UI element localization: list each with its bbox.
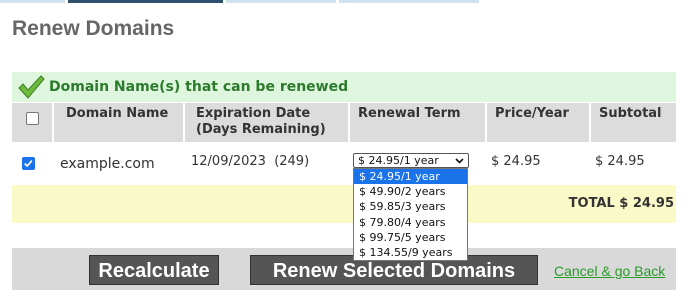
row-subtotal: $ 24.95 — [595, 154, 645, 169]
tab-indicator-2[interactable] — [68, 0, 223, 3]
banner-text: Domain Name(s) that can be renewed — [49, 79, 349, 95]
row-price: $ 24.95 — [491, 154, 541, 169]
term-option[interactable]: $ 99.75/5 years — [354, 230, 467, 245]
header-expiration-line2: (Days Remaining) — [196, 122, 326, 137]
chevron-down-icon — [455, 158, 464, 164]
term-option[interactable]: $ 49.90/2 years — [354, 184, 467, 199]
term-option[interactable]: $ 134.55/9 years — [354, 245, 467, 260]
cancel-link[interactable]: Cancel & go Back — [554, 263, 665, 279]
row-expiration: 12/09/2023 (249) — [191, 154, 310, 169]
recalculate-button[interactable]: Recalculate — [89, 255, 219, 285]
total-amount: TOTAL $ 24.95 — [568, 196, 674, 211]
header-term-label: Renewal Term — [358, 106, 461, 121]
header-expiration: Expiration Date (Days Remaining) — [185, 103, 348, 142]
checkbox-check-icon — [24, 159, 33, 168]
header-price-label: Price/Year — [495, 106, 569, 121]
row-domain-name: example.com — [60, 156, 155, 172]
renewable-banner: Domain Name(s) that can be renewed — [12, 72, 676, 102]
renewal-term-options: $ 24.95/1 year $ 49.90/2 years $ 59.85/3… — [353, 168, 468, 261]
header-subtotal: Subtotal — [591, 103, 676, 142]
select-all-checkbox[interactable] — [26, 112, 39, 125]
renewal-term-value: $ 24.95/1 year — [358, 154, 439, 167]
renewal-term-select[interactable]: $ 24.95/1 year — [353, 153, 469, 168]
total-bar: TOTAL $ 24.95 — [12, 185, 676, 223]
tab-indicator-1[interactable] — [0, 0, 65, 3]
top-tab-strip — [0, 0, 692, 4]
row-checkbox[interactable] — [22, 157, 35, 170]
header-price-year: Price/Year — [487, 103, 589, 142]
header-domain-name: Domain Name — [54, 103, 183, 142]
action-bar: Recalculate Renew Selected Domains Cance… — [12, 248, 676, 290]
header-domain-label: Domain Name — [66, 106, 169, 121]
page-title: Renew Domains — [12, 17, 175, 40]
tab-indicator-4[interactable] — [339, 0, 479, 3]
term-option[interactable]: $ 59.85/3 years — [354, 199, 467, 214]
term-option[interactable]: $ 79.80/4 years — [354, 215, 467, 230]
tab-indicator-3[interactable] — [226, 0, 336, 3]
header-expiration-line1: Expiration Date — [196, 106, 311, 121]
term-option[interactable]: $ 24.95/1 year — [354, 169, 467, 185]
checkmark-icon — [18, 75, 45, 99]
header-renewal-term: Renewal Term — [350, 103, 485, 142]
header-subtotal-label: Subtotal — [599, 106, 662, 121]
